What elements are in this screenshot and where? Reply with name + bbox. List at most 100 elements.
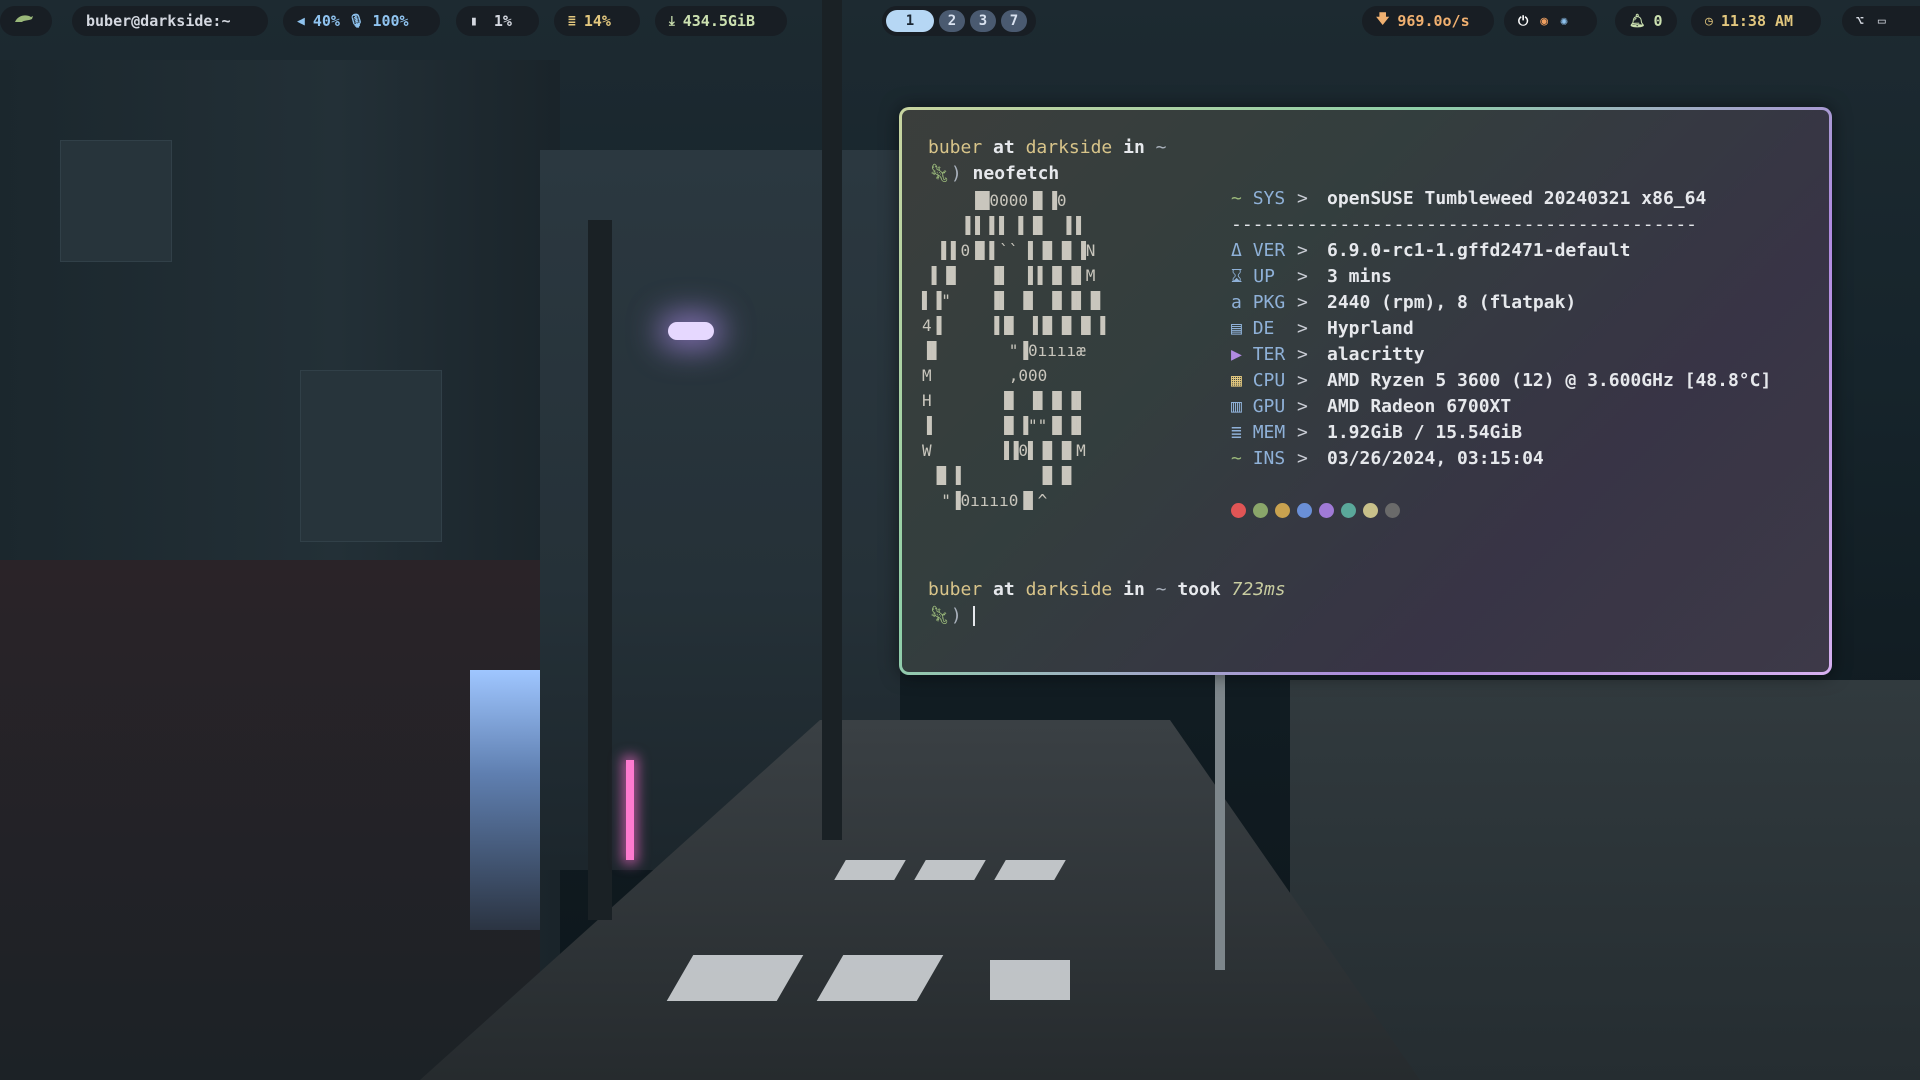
prompt-at: at [993,579,1015,600]
info-separator: ----------------------------------------… [1231,214,1697,235]
chameleon-icon: ~ [1231,448,1242,469]
prompt-host: darkside [1025,579,1113,600]
palette-dot [1385,503,1400,518]
terminal-icon: ▶ [1231,344,1242,365]
cpu-value: 1% [493,12,512,30]
palette-dot [1253,503,1268,518]
utility-pole [588,220,612,920]
palette-dot [1297,503,1312,518]
workspaces: 1 2 3 7 [882,6,1036,36]
palette-dot [1341,503,1356,518]
info-ver: Δ VER >6.9.0-rc1-1.gffd2471-default [1231,240,1631,261]
prompt-user: buber [928,579,983,600]
workspace-2[interactable]: 2 [939,10,965,32]
info-value: AMD Radeon 6700XT [1327,396,1512,417]
network-tray-icon[interactable]: ⌥ [1856,14,1864,29]
memory-icon: ≣ [1231,422,1242,443]
info-gpu: ▥ GPU > AMD Radeon 6700XT [1231,396,1512,417]
clock-icon: ◷ [1705,13,1713,29]
info-key: DE [1252,318,1275,339]
workspace-7[interactable]: 7 [1001,10,1027,32]
terminal-window[interactable]: buber at darkside in ~ 🦎︎) neofetch ▐█00… [899,107,1832,675]
clock-module[interactable]: ◷ 11:38 AM [1691,6,1821,36]
eye-off-icon[interactable]: ◉ [1540,14,1548,29]
disk-module[interactable]: ⤓ 434.5GiB [655,6,787,36]
prompt-line-1: buber at darkside in ~ [928,137,1166,159]
workspace-1[interactable]: 1 [886,10,934,32]
window-title[interactable]: buber@darkside:~ [72,6,268,36]
command-text: neofetch [972,163,1060,184]
desktop-icon: ▤ [1231,318,1242,339]
memory-icon: ≣ [568,13,576,29]
hourglass-icon: ⌛︎ [1231,266,1243,287]
info-value: Hyprland [1327,318,1414,339]
info-ter: ▶ TER > alacritty [1231,344,1425,365]
info-value: 03/26/2024, 03:15:04 [1327,448,1544,469]
window [60,140,172,262]
mic-value: 100% [372,12,409,30]
info-ins: ~ INS >03/26/2024, 03:15:04 [1231,448,1544,469]
info-value: 2440 (rpm), 8 (flatpak) [1327,292,1577,313]
fan-icon[interactable]: ✺ [1560,14,1568,29]
disk-value: 434.5GiB [682,12,755,30]
info-value: alacritty [1327,344,1425,365]
info-value: 6.9.0-rc1-1.gffd2471-default [1327,240,1631,261]
info-mem: ≣ MEM >1.92GiB / 15.54GiB [1231,422,1523,443]
network-module[interactable]: 🡇 969.0o/s [1362,6,1494,36]
cpu-icon: ▮ [470,13,478,29]
road-marking [994,860,1066,880]
info-value: 3 mins [1327,266,1393,287]
microphone-icon: 🎙 [347,13,365,29]
prompt-dir: ~ [1155,579,1167,600]
download-arrow-icon: 🡇 [1376,12,1390,27]
chameleon-icon: ~ [1231,188,1242,209]
palette-dot [1275,503,1290,518]
chameleon-icon [14,13,34,29]
utility-pole [822,0,842,840]
network-value: 969.0o/s [1397,12,1470,30]
power-icon[interactable]: ⏻ [1518,14,1528,29]
package-icon: a [1231,292,1242,313]
road-marking [990,960,1070,1000]
download-icon: ⤓ [669,13,675,29]
prompt-host: darkside [1025,137,1113,158]
info-key: UP [1253,266,1275,287]
notification-module[interactable]: 🔔︎ 0 [1615,6,1677,36]
road-marking [914,860,986,880]
palette-dot [1319,503,1334,518]
memory-value: 14% [583,12,611,30]
info-pkg: a PKG >2440 (rpm), 8 (flatpak) [1231,292,1577,313]
penguin-icon: Δ [1231,240,1242,261]
right-wall [1290,680,1920,1080]
vending-machine [470,670,540,930]
info-key: TER [1252,344,1286,365]
info-de: ▤ DE > Hyprland [1231,318,1414,339]
workspace-3[interactable]: 3 [970,10,996,32]
info-value: 1.92GiB / 15.54GiB [1327,422,1523,443]
info-key: MEM [1252,422,1286,443]
volume-value: 40% [312,12,340,30]
info-key: VER [1252,240,1286,261]
info-key: INS [1252,448,1286,469]
memory-module[interactable]: ≣ 14% [554,6,640,36]
launcher-button[interactable] [0,6,52,36]
ascii-logo: ▐█0000▐▌▐0 ▐▐ ▌▌ ▌▐▌ ▌▌ ▌▌0▐▌▌`` ▌▐▌▐▌▐N… [922,191,1106,510]
input-line[interactable]: 🦎︎) [928,605,975,627]
info-key: CPU [1252,370,1286,391]
audio-module[interactable]: ◀ 40% 🎙 100% [283,6,440,36]
sign-pole [1215,670,1225,970]
text-cursor [972,606,975,626]
info-value: AMD Ryzen 5 3600 (12) @ 3.600GHz [48.8°C… [1327,370,1772,391]
display-icon[interactable]: ▭ [1878,14,1886,29]
clock-value: 11:38 AM [1720,12,1794,30]
info-up: ⌛︎ UP >3 mins [1231,266,1393,287]
prompt-at: at [993,137,1015,158]
user-host-label: buber@darkside:~ [86,12,231,30]
speaker-icon: ◀ [297,13,305,29]
bell-icon: 🔔︎ [1629,13,1646,29]
cpu-module[interactable]: ▮ 1% [456,6,539,36]
prompt-in: in [1123,137,1145,158]
street-lamp [668,322,714,340]
color-palette [1231,502,1407,524]
info-sys: ~ SYS > openSUSE Tumbleweed 20240321 x86_6… [1231,188,1707,209]
